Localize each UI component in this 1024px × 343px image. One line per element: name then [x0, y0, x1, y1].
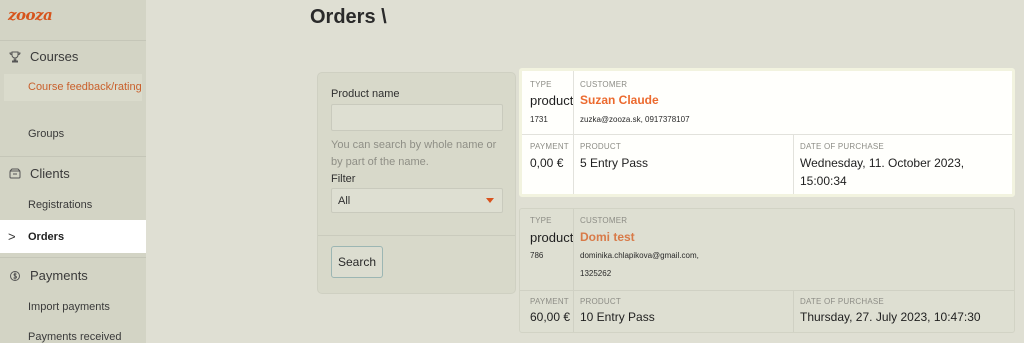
purchase-time: 15:00:34: [800, 174, 847, 188]
row-divider: [520, 290, 1014, 291]
payment-amount: 0,00 €: [530, 156, 564, 170]
sidebar-divider: [0, 40, 146, 41]
sidebar-item-course-feedback[interactable]: Course feedback/rating: [4, 74, 142, 101]
dollar-icon: [8, 269, 22, 283]
zooza-logo[interactable]: zooza: [8, 6, 53, 24]
sidebar-item-orders[interactable]: > Orders: [0, 220, 146, 253]
customer-contact: zuzka@zooza.sk, 0917378107: [580, 115, 690, 124]
customer-name-link[interactable]: Suzan Claude: [580, 93, 659, 107]
caret-down-icon: [486, 198, 494, 203]
filter-divider: [318, 235, 515, 236]
filter-panel: Product name You can search by whole nam…: [317, 72, 516, 294]
purchase-date: Thursday, 27. July 2023, 10:47:30: [800, 310, 981, 324]
product-name-label: Product name: [331, 88, 400, 100]
product-name: 10 Entry Pass: [580, 310, 655, 324]
payment-label: PAYMENT: [530, 142, 569, 151]
product-label: PRODUCT: [580, 142, 621, 151]
type-label: TYPE: [530, 80, 552, 89]
payment-label: PAYMENT: [530, 297, 569, 306]
sidebar-item-registrations[interactable]: Registrations: [28, 199, 92, 211]
order-id: 1731: [530, 115, 548, 124]
column-divider: [573, 209, 574, 332]
sidebar-item-payments-received[interactable]: Payments received: [28, 331, 122, 343]
sidebar-section-label: Clients: [30, 166, 70, 181]
column-divider: [793, 134, 794, 194]
type-label: TYPE: [530, 216, 552, 225]
column-divider: [793, 290, 794, 332]
product-name: 5 Entry Pass: [580, 156, 649, 170]
customer-label: CUSTOMER: [580, 80, 628, 89]
payment-amount: 60,00 €: [530, 310, 571, 324]
sidebar-section-label: Payments: [30, 268, 88, 283]
chevron-right-icon: >: [8, 229, 16, 244]
purchase-date: Wednesday, 11. October 2023,: [800, 156, 965, 170]
order-card[interactable]: TYPE CUSTOMER product Domi test 786 domi…: [519, 208, 1015, 333]
product-label: PRODUCT: [580, 297, 621, 306]
sidebar-section-label: Courses: [30, 49, 79, 64]
sidebar: zooza Courses Course feedback/rating Gro…: [0, 0, 146, 343]
date-label: DATE OF PURCHASE: [800, 142, 884, 151]
search-hint: You can search by whole name or by part …: [331, 139, 497, 168]
sidebar-item-import-payments[interactable]: Import payments: [28, 301, 110, 313]
customer-label: CUSTOMER: [580, 216, 628, 225]
sidebar-section-clients[interactable]: Clients: [8, 166, 70, 181]
filter-select[interactable]: All: [331, 188, 503, 213]
sidebar-item-label: Orders: [28, 230, 65, 243]
customer-phone: 1325262: [580, 269, 612, 278]
date-label: DATE OF PURCHASE: [800, 297, 884, 306]
sidebar-section-courses[interactable]: Courses: [8, 49, 78, 64]
search-button[interactable]: Search: [331, 246, 383, 278]
sidebar-divider: [0, 156, 146, 157]
sidebar-item-groups[interactable]: Groups: [28, 128, 64, 140]
customer-contact: dominika.chlapikova@gmail.com,: [580, 251, 699, 260]
row-divider: [522, 134, 1012, 135]
filter-select-value: All: [338, 195, 351, 207]
box-icon: [8, 167, 22, 181]
product-name-input[interactable]: [331, 104, 503, 131]
order-type: product: [530, 93, 574, 108]
page-title: Orders \: [310, 6, 387, 28]
sidebar-section-payments[interactable]: Payments: [8, 268, 88, 283]
order-card[interactable]: TYPE CUSTOMER product Suzan Claude 1731 …: [519, 68, 1015, 197]
trophy-icon: [8, 50, 22, 64]
customer-name-link[interactable]: Domi test: [580, 230, 635, 244]
filter-label: Filter: [331, 173, 356, 185]
order-type: product: [530, 230, 574, 245]
sidebar-divider: [0, 257, 146, 258]
order-id: 786: [530, 251, 544, 260]
